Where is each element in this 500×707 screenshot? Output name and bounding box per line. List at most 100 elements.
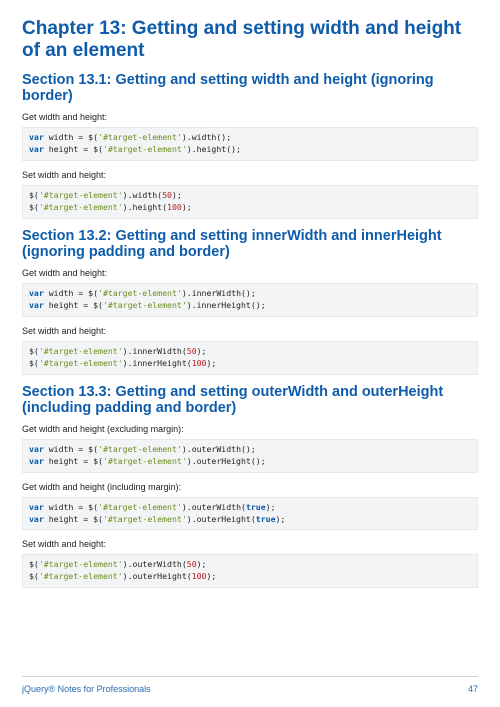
code-token: 50	[187, 346, 197, 356]
page-footer: jQuery® Notes for Professionals 47	[22, 684, 478, 694]
code-token: var	[29, 300, 44, 310]
code-block: $('#target-element').outerWidth(50);$('#…	[22, 554, 478, 588]
code-token: );	[197, 559, 207, 569]
code-token: );	[182, 202, 192, 212]
code-line: $('#target-element').outerWidth(50);	[29, 559, 471, 571]
body-text: Get width and height (including margin):	[22, 482, 478, 492]
code-token: height = $(	[44, 456, 103, 466]
code-token: var	[29, 502, 44, 512]
code-token: var	[29, 456, 44, 466]
footer-page-number: 47	[468, 684, 478, 694]
code-line: var height = $('#target-element').height…	[29, 144, 471, 156]
section-heading: Section 13.2: Getting and setting innerW…	[22, 228, 478, 261]
code-block: var width = $('#target-element').outerWi…	[22, 497, 478, 531]
code-token: '#target-element'	[103, 300, 187, 310]
code-line: var width = $('#target-element').outerWi…	[29, 502, 471, 514]
code-token: true	[256, 514, 276, 524]
code-token: $(	[29, 346, 39, 356]
code-token: '#target-element'	[98, 502, 182, 512]
code-token: '#target-element'	[39, 190, 123, 200]
body-text: Set width and height:	[22, 170, 478, 180]
code-line: var width = $('#target-element').width()…	[29, 132, 471, 144]
code-token: '#target-element'	[39, 358, 123, 368]
code-token: '#target-element'	[103, 144, 187, 154]
body-text: Get width and height:	[22, 268, 478, 278]
code-token: 100	[192, 358, 207, 368]
code-token: height = $(	[44, 300, 103, 310]
code-token: ).outerWidth(	[182, 502, 246, 512]
code-block: $('#target-element').width(50);$('#targe…	[22, 185, 478, 219]
body-text: Get width and height (excluding margin):	[22, 424, 478, 434]
code-token: var	[29, 144, 44, 154]
code-token: height = $(	[44, 514, 103, 524]
code-token: '#target-element'	[39, 202, 123, 212]
section-heading: Section 13.1: Getting and setting width …	[22, 72, 478, 105]
code-token: '#target-element'	[98, 444, 182, 454]
code-token: var	[29, 514, 44, 524]
code-token: '#target-element'	[103, 514, 187, 524]
footer-book-title: jQuery® Notes for Professionals	[22, 684, 151, 694]
code-token: 100	[167, 202, 182, 212]
code-token: '#target-element'	[39, 559, 123, 569]
code-token: ).height(	[123, 202, 167, 212]
code-token: );	[172, 190, 182, 200]
code-token: 50	[162, 190, 172, 200]
code-line: var width = $('#target-element').innerWi…	[29, 288, 471, 300]
code-line: $('#target-element').width(50);	[29, 190, 471, 202]
code-token: width = $(	[44, 444, 98, 454]
code-token: $(	[29, 571, 39, 581]
code-token: ).height();	[187, 144, 241, 154]
body-text: Set width and height:	[22, 326, 478, 336]
code-line: var height = $('#target-element').outerH…	[29, 456, 471, 468]
code-token: width = $(	[44, 502, 98, 512]
code-token: ).width();	[182, 132, 231, 142]
code-token: height = $(	[44, 144, 103, 154]
code-token: ).outerWidth(	[123, 559, 187, 569]
code-token: ).outerHeight();	[187, 456, 266, 466]
code-token: '#target-element'	[39, 346, 123, 356]
chapter-title: Chapter 13: Getting and setting width an…	[22, 18, 478, 62]
code-block: var width = $('#target-element').outerWi…	[22, 439, 478, 473]
code-block: var width = $('#target-element').innerWi…	[22, 283, 478, 317]
code-token: );	[266, 502, 276, 512]
code-token: true	[246, 502, 266, 512]
code-token: ).innerWidth();	[182, 288, 256, 298]
code-token: ).innerHeight(	[123, 358, 192, 368]
code-token: $(	[29, 190, 39, 200]
code-token: '#target-element'	[39, 571, 123, 581]
code-line: $('#target-element').innerWidth(50);	[29, 346, 471, 358]
code-token: ).outerHeight(	[187, 514, 256, 524]
code-token: 50	[187, 559, 197, 569]
code-token: ).outerWidth();	[182, 444, 256, 454]
code-token: );	[276, 514, 286, 524]
code-line: $('#target-element').outerHeight(100);	[29, 571, 471, 583]
code-token: var	[29, 444, 44, 454]
code-line: var height = $('#target-element').innerH…	[29, 300, 471, 312]
code-token: '#target-element'	[98, 288, 182, 298]
code-token: $(	[29, 559, 39, 569]
body-text: Get width and height:	[22, 112, 478, 122]
body-text: Set width and height:	[22, 539, 478, 549]
footer-rule	[22, 676, 478, 677]
code-line: var width = $('#target-element').outerWi…	[29, 444, 471, 456]
code-token: '#target-element'	[98, 132, 182, 142]
code-token: ).innerHeight();	[187, 300, 266, 310]
code-block: $('#target-element').innerWidth(50);$('#…	[22, 341, 478, 375]
code-token: $(	[29, 202, 39, 212]
code-token: '#target-element'	[103, 456, 187, 466]
code-token: );	[206, 358, 216, 368]
code-token: ).width(	[123, 190, 162, 200]
code-block: var width = $('#target-element').width()…	[22, 127, 478, 161]
code-token: var	[29, 132, 44, 142]
code-token: );	[197, 346, 207, 356]
code-token: width = $(	[44, 288, 98, 298]
code-token: 100	[192, 571, 207, 581]
code-token: width = $(	[44, 132, 98, 142]
code-token: );	[206, 571, 216, 581]
code-line: $('#target-element').innerHeight(100);	[29, 358, 471, 370]
code-token: ).innerWidth(	[123, 346, 187, 356]
code-token: $(	[29, 358, 39, 368]
code-line: $('#target-element').height(100);	[29, 202, 471, 214]
code-line: var height = $('#target-element').outerH…	[29, 514, 471, 526]
code-token: ).outerHeight(	[123, 571, 192, 581]
